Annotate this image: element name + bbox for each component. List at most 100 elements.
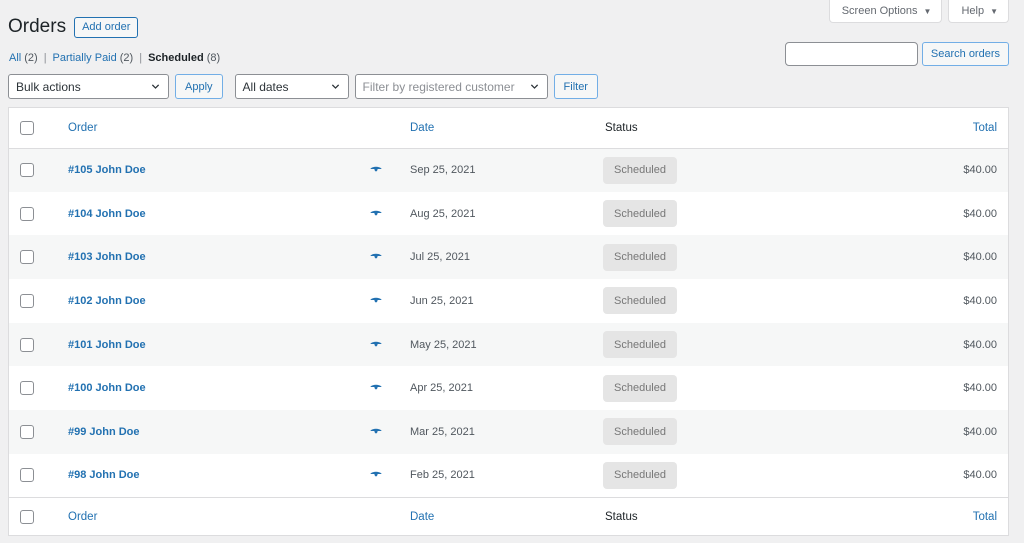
status-column-header: Status (605, 121, 638, 134)
screen-meta-links: Screen Options ▼ Help ▼ (828, 0, 1009, 23)
customer-filter-select[interactable]: Filter by registered customer (354, 74, 548, 99)
sort-date-column-footer[interactable]: Date (410, 511, 434, 523)
order-date: Apr 25, 2021 (410, 382, 473, 395)
sort-order-column-footer[interactable]: Order (68, 511, 97, 523)
view-scheduled[interactable]: Scheduled (8) (148, 52, 220, 64)
sort-total-column[interactable]: Total (973, 122, 997, 134)
table-row: #98 John Doe Feb 25, 2021 Scheduled $40.… (9, 454, 1008, 498)
status-badge: Scheduled (603, 287, 677, 315)
sort-date-column[interactable]: Date (410, 122, 434, 134)
view-count: (2) (119, 52, 134, 64)
help-button[interactable]: Help ▼ (948, 0, 1009, 23)
order-link[interactable]: #103 John Doe (68, 251, 146, 263)
add-order-button[interactable]: Add order (74, 16, 139, 38)
eye-icon[interactable] (370, 469, 382, 481)
view-separator: | (43, 52, 47, 64)
order-date: Mar 25, 2021 (410, 425, 475, 438)
view-separator: | (139, 52, 143, 64)
order-link[interactable]: #105 John Doe (68, 164, 146, 176)
view-partially-paid[interactable]: Partially Paid (2) (53, 52, 134, 64)
chevron-down-icon (530, 84, 538, 89)
screen-options-label: Screen Options (841, 5, 918, 17)
row-checkbox[interactable] (20, 468, 34, 483)
view-label: Partially Paid (52, 52, 117, 64)
eye-icon[interactable] (370, 164, 382, 176)
order-total: $40.00 (963, 164, 997, 177)
order-link[interactable]: #99 John Doe (68, 426, 140, 438)
apply-button[interactable]: Apply (175, 74, 223, 99)
orders-table: Order Date Status Total #105 John Doe Se… (8, 107, 1009, 536)
view-all[interactable]: All (2) (9, 52, 38, 64)
table-row: #103 John Doe Jul 25, 2021 Scheduled $40… (9, 235, 1008, 280)
order-date: Sep 25, 2021 (410, 164, 476, 177)
screen-options-button[interactable]: Screen Options ▼ (828, 0, 943, 23)
status-badge: Scheduled (603, 461, 677, 489)
table-row: #100 John Doe Apr 25, 2021 Scheduled $40… (9, 366, 1008, 410)
chevron-down-icon (331, 84, 339, 89)
status-views: All (2) | Partially Paid (2) | Scheduled (8… (9, 52, 220, 64)
status-badge: Scheduled (603, 156, 677, 184)
row-checkbox[interactable] (20, 293, 34, 308)
row-checkbox[interactable] (20, 163, 34, 178)
view-count: (8) (206, 52, 221, 64)
row-checkbox[interactable] (20, 206, 34, 221)
chevron-down-icon (151, 84, 160, 89)
customer-filter-placeholder: Filter by registered customer (362, 79, 515, 94)
row-checkbox[interactable] (20, 381, 34, 396)
order-total: $40.00 (963, 207, 997, 220)
table-row: #104 John Doe Aug 25, 2021 Scheduled $40… (9, 192, 1008, 236)
order-date: Aug 25, 2021 (410, 207, 476, 220)
search-orders-input[interactable] (784, 42, 918, 66)
order-date: Jul 25, 2021 (410, 251, 470, 264)
table-footer-row: Order Date Status Total (9, 497, 1008, 537)
preview-column-header (358, 108, 410, 148)
bulk-actions-select[interactable]: Bulk actions (8, 74, 169, 99)
view-label: Scheduled (148, 52, 204, 64)
eye-icon[interactable] (370, 382, 382, 394)
row-checkbox[interactable] (20, 424, 34, 439)
eye-icon[interactable] (370, 426, 382, 438)
order-total: $40.00 (963, 425, 997, 438)
order-link[interactable]: #100 John Doe (68, 382, 146, 394)
status-column-footer: Status (605, 511, 638, 524)
view-label: All (9, 52, 22, 64)
table-row: #102 John Doe Jun 25, 2021 Scheduled $40… (9, 279, 1008, 323)
order-link[interactable]: #98 John Doe (68, 469, 140, 481)
row-checkbox[interactable] (20, 250, 34, 265)
dates-value: All dates (242, 79, 289, 94)
status-badge: Scheduled (603, 200, 677, 228)
dates-select[interactable]: All dates (234, 74, 349, 99)
row-checkbox[interactable] (20, 337, 34, 352)
sort-total-column-footer[interactable]: Total (973, 511, 997, 523)
status-badge: Scheduled (603, 331, 677, 359)
filter-button[interactable]: Filter (553, 74, 598, 99)
eye-icon[interactable] (370, 295, 382, 307)
order-total: $40.00 (963, 382, 997, 395)
status-badge: Scheduled (603, 243, 677, 271)
order-total: $40.00 (963, 251, 997, 264)
bulk-actions-value: Bulk actions (16, 79, 81, 94)
table-row: #99 John Doe Mar 25, 2021 Scheduled $40.… (9, 410, 1008, 454)
order-date: May 25, 2021 (410, 338, 477, 351)
caret-down-icon: ▼ (923, 6, 932, 16)
table-row: #105 John Doe Sep 25, 2021 Scheduled $40… (9, 148, 1008, 192)
status-badge: Scheduled (603, 374, 677, 402)
order-link[interactable]: #104 John Doe (68, 208, 146, 220)
table-row: #101 John Doe May 25, 2021 Scheduled $40… (9, 322, 1008, 367)
eye-icon[interactable] (370, 208, 382, 220)
order-total: $40.00 (963, 294, 997, 307)
eye-icon[interactable] (370, 251, 382, 263)
eye-icon[interactable] (370, 339, 382, 351)
status-badge: Scheduled (603, 418, 677, 446)
order-link[interactable]: #101 John Doe (68, 339, 146, 351)
select-all-checkbox-footer[interactable] (20, 510, 34, 525)
order-date: Jun 25, 2021 (410, 294, 474, 307)
order-total: $40.00 (963, 338, 997, 351)
search-orders-button[interactable]: Search orders (921, 42, 1009, 66)
order-link[interactable]: #102 John Doe (68, 295, 146, 307)
preview-column-footer (358, 498, 410, 537)
sort-order-column[interactable]: Order (68, 122, 97, 134)
select-all-checkbox[interactable] (20, 120, 34, 135)
table-header-row: Order Date Status Total (9, 108, 1008, 148)
page-heading: Orders Add order (8, 16, 139, 38)
